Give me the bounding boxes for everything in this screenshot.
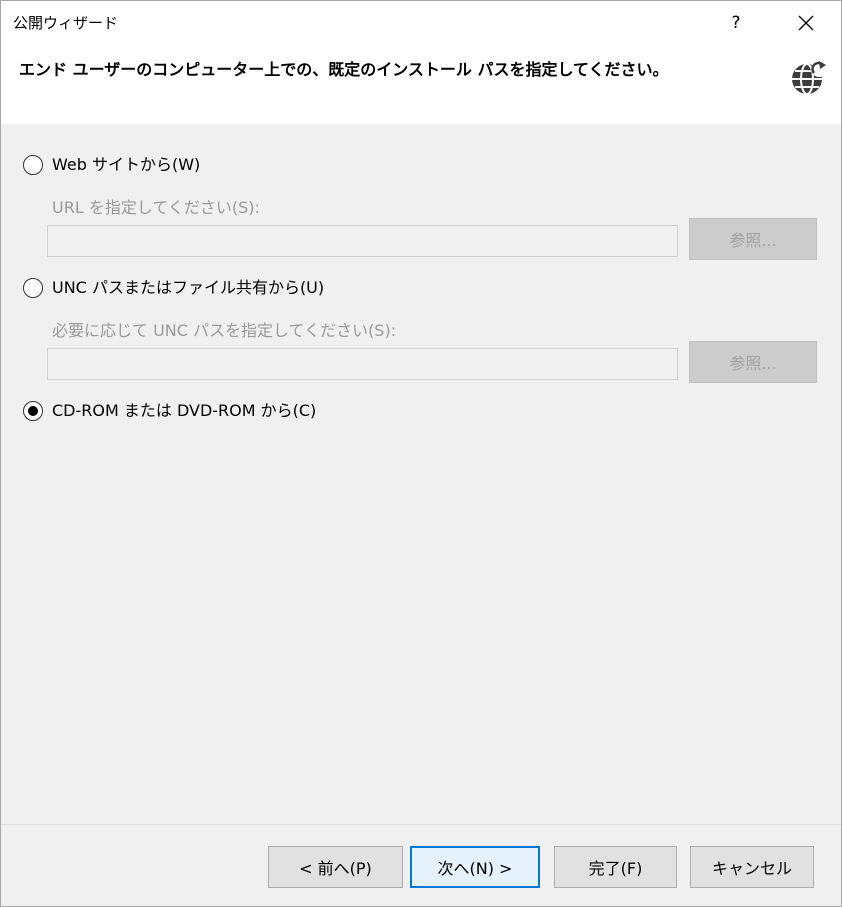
wizard-footer: < 前へ(P) 次へ(N) > 完了(F) キャンセル	[1, 825, 841, 906]
url-browse-button[interactable]: 参照...	[689, 218, 817, 260]
unc-option[interactable]: UNC パスまたはファイル共有から(U)	[23, 276, 324, 300]
web-site-option-label: Web サイトから(W)	[52, 155, 201, 174]
url-field-label: URL を指定してください(S):	[52, 198, 260, 217]
globe-upload-icon	[792, 61, 827, 95]
next-button[interactable]: 次へ(N) >	[410, 846, 540, 888]
window-title: 公開ウィザード	[13, 14, 119, 32]
publish-wizard-window: 公開ウィザード ? エンド ユーザーのコンピューター上での、既定のインストール …	[0, 0, 842, 907]
cancel-button[interactable]: キャンセル	[690, 846, 814, 888]
header-instruction: エンド ユーザーのコンピューター上での、既定のインストール パスを指定してくださ…	[19, 60, 669, 79]
help-icon: ?	[731, 13, 741, 33]
radio-selected-dot	[28, 406, 38, 416]
close-button[interactable]	[783, 1, 829, 45]
cdrom-option[interactable]: CD-ROM または DVD-ROM から(C)	[23, 399, 316, 423]
url-input[interactable]	[47, 225, 678, 257]
unc-option-label: UNC パスまたはファイル共有から(U)	[52, 278, 325, 297]
help-button[interactable]: ?	[713, 1, 759, 45]
unc-path-input[interactable]	[47, 348, 678, 380]
cdrom-option-label: CD-ROM または DVD-ROM から(C)	[52, 401, 317, 420]
web-site-radio[interactable]	[23, 155, 43, 175]
wizard-body: Web サイトから(W) URL を指定してください(S): 参照... UNC…	[1, 124, 841, 824]
close-icon	[798, 15, 814, 31]
unc-browse-button[interactable]: 参照...	[689, 341, 817, 383]
title-bar: 公開ウィザード ?	[1, 1, 841, 47]
finish-button[interactable]: 完了(F)	[554, 846, 677, 888]
wizard-header: エンド ユーザーのコンピューター上での、既定のインストール パスを指定してくださ…	[1, 47, 841, 124]
back-button[interactable]: < 前へ(P)	[268, 846, 403, 888]
web-site-option[interactable]: Web サイトから(W)	[23, 153, 200, 177]
unc-field-label: 必要に応じて UNC パスを指定してください(S):	[52, 321, 397, 340]
unc-radio[interactable]	[23, 278, 43, 298]
cdrom-radio[interactable]	[23, 401, 43, 421]
